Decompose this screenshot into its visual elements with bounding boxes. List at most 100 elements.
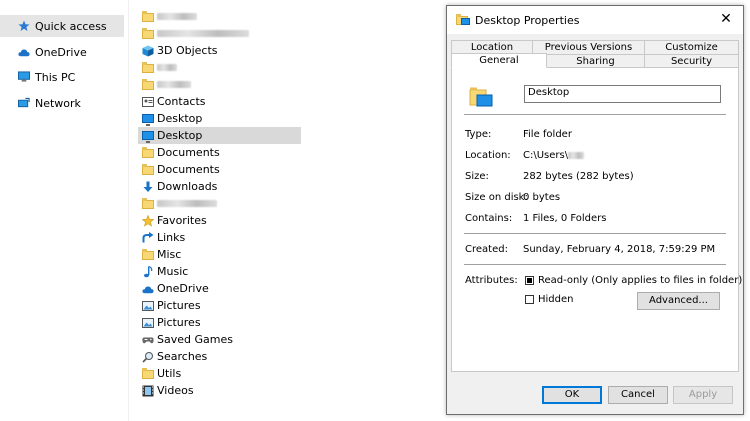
computer-icon bbox=[18, 71, 30, 83]
file-name: Desktop bbox=[157, 112, 203, 125]
tab-general[interactable]: General bbox=[451, 53, 547, 68]
size-on-disk-value: 0 bytes bbox=[523, 192, 561, 203]
blurred-name bbox=[157, 200, 217, 207]
list-item[interactable]: Links bbox=[138, 229, 301, 246]
file-name: Saved Games bbox=[157, 333, 233, 346]
list-item[interactable] bbox=[138, 59, 301, 76]
created-value: Sunday, February 4, 2018, 7:59:29 PM bbox=[523, 244, 716, 255]
searches-icon bbox=[142, 351, 154, 363]
location-value-row: C:\Users\ bbox=[523, 150, 585, 161]
file-name: Misc bbox=[157, 248, 182, 261]
pictures-icon bbox=[142, 317, 154, 329]
list-item[interactable] bbox=[138, 195, 301, 212]
divider bbox=[464, 233, 726, 234]
list-item[interactable]: Searches bbox=[138, 348, 301, 365]
file-name: Pictures bbox=[157, 316, 201, 329]
list-item[interactable]: Downloads bbox=[138, 178, 301, 195]
read-only-checkbox[interactable] bbox=[525, 276, 534, 285]
dialog-title-bar[interactable]: Desktop Properties ✕ bbox=[447, 6, 743, 34]
list-item[interactable] bbox=[138, 76, 301, 93]
list-item[interactable]: Documents bbox=[138, 144, 301, 161]
blurred-name bbox=[157, 81, 191, 88]
list-item[interactable]: 3D Objects bbox=[138, 42, 301, 59]
cloud-icon bbox=[18, 46, 30, 58]
list-item[interactable]: Misc bbox=[138, 246, 301, 263]
nav-item-label: Network bbox=[35, 96, 81, 110]
network-icon bbox=[18, 97, 30, 109]
type-label: Type: bbox=[465, 129, 492, 140]
attributes-label: Attributes: bbox=[465, 275, 518, 286]
apply-button[interactable]: Apply bbox=[673, 386, 733, 404]
nav-item-network[interactable]: Network bbox=[0, 92, 124, 114]
list-item[interactable]: Documents bbox=[138, 161, 301, 178]
blurred-name bbox=[157, 13, 197, 20]
list-item[interactable] bbox=[138, 8, 301, 25]
pictures-icon bbox=[142, 300, 154, 312]
file-name: Contacts bbox=[157, 95, 206, 108]
list-item[interactable]: OneDrive bbox=[138, 280, 301, 297]
type-value: File folder bbox=[523, 129, 572, 140]
list-item[interactable]: Utils bbox=[138, 365, 301, 382]
videos-icon bbox=[142, 385, 154, 397]
3d-objects-icon bbox=[142, 45, 154, 57]
advanced-button[interactable]: Advanced... bbox=[637, 292, 720, 310]
cancel-button[interactable]: Cancel bbox=[608, 386, 668, 404]
list-item[interactable]: Music bbox=[138, 263, 301, 280]
list-item[interactable]: Desktop bbox=[138, 110, 301, 127]
star-icon bbox=[18, 20, 30, 32]
nav-item-label: This PC bbox=[35, 70, 76, 84]
list-item[interactable]: Pictures bbox=[138, 314, 301, 331]
blurred-username bbox=[568, 151, 585, 159]
nav-item-onedrive[interactable]: OneDrive bbox=[0, 41, 124, 63]
properties-dialog: Desktop Properties ✕ Location Previous V… bbox=[446, 5, 744, 415]
folder-icon bbox=[142, 27, 154, 40]
divider bbox=[464, 114, 726, 115]
favorites-icon bbox=[141, 214, 155, 227]
file-name: Videos bbox=[157, 384, 194, 397]
cloud-icon bbox=[142, 283, 154, 295]
list-item[interactable]: Videos bbox=[138, 382, 301, 399]
file-name: Utils bbox=[157, 367, 182, 380]
navigation-pane: Quick access OneDrive This PC Network bbox=[0, 0, 129, 421]
nav-item-label: Quick access bbox=[35, 19, 107, 33]
file-name: Searches bbox=[157, 350, 208, 363]
location-label: Location: bbox=[465, 150, 511, 161]
folder-icon bbox=[142, 248, 154, 261]
list-item[interactable] bbox=[138, 25, 301, 42]
list-item[interactable]: Saved Games bbox=[138, 331, 301, 348]
list-item-selected[interactable]: Desktop bbox=[138, 127, 301, 144]
location-value: C:\Users\ bbox=[523, 150, 569, 161]
desktop-icon bbox=[142, 113, 154, 126]
hidden-checkbox[interactable] bbox=[525, 295, 534, 304]
file-name: Favorites bbox=[157, 214, 207, 227]
close-button[interactable]: ✕ bbox=[719, 12, 733, 26]
file-name: Downloads bbox=[157, 180, 218, 193]
nav-item-quick-access[interactable]: Quick access bbox=[0, 15, 124, 37]
folder-icon bbox=[456, 14, 470, 26]
ok-button[interactable]: OK bbox=[542, 386, 602, 404]
tab-customize[interactable]: Customize bbox=[644, 40, 739, 55]
music-icon bbox=[142, 265, 154, 278]
hidden-label: Hidden bbox=[538, 294, 574, 305]
file-name: OneDrive bbox=[157, 282, 209, 295]
desktop-folder-icon bbox=[469, 84, 495, 110]
folder-icon bbox=[142, 61, 154, 74]
file-name: Music bbox=[157, 265, 189, 278]
tab-previous-versions[interactable]: Previous Versions bbox=[532, 40, 645, 55]
blurred-name bbox=[157, 30, 249, 37]
general-tab-panel: Desktop Type: File folder Location: C:\U… bbox=[451, 67, 743, 372]
list-item[interactable]: Pictures bbox=[138, 297, 301, 314]
nav-item-label: OneDrive bbox=[35, 45, 87, 59]
folder-name-input[interactable]: Desktop bbox=[524, 85, 721, 103]
list-item[interactable]: Favorites bbox=[138, 212, 301, 229]
read-only-label: Read-only (Only applies to files in fold… bbox=[538, 275, 743, 286]
blurred-name bbox=[157, 64, 177, 71]
folder-icon bbox=[142, 367, 154, 380]
nav-item-this-pc[interactable]: This PC bbox=[0, 66, 124, 88]
contains-value: 1 Files, 0 Folders bbox=[523, 213, 607, 224]
list-item[interactable]: Contacts bbox=[138, 93, 301, 110]
folder-icon bbox=[142, 197, 154, 210]
saved-games-icon bbox=[142, 334, 154, 346]
folder-icon bbox=[142, 78, 154, 91]
file-name: Pictures bbox=[157, 299, 201, 312]
